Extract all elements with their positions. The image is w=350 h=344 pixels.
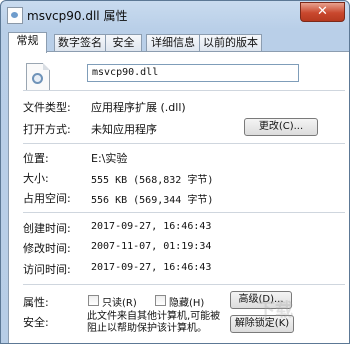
- properties-window: msvcp90.dll 属性 ✕ 常规 数字签名 安全 详细信息 以前的版本 m…: [0, 0, 350, 344]
- tab-previous-versions[interactable]: 以前的版本: [199, 34, 262, 51]
- separator: [23, 90, 345, 91]
- dll-file-icon: [7, 7, 23, 24]
- location-label: 位置:: [23, 152, 49, 165]
- separator: [23, 212, 345, 213]
- close-button[interactable]: ✕: [300, 2, 345, 22]
- size-on-disk-label: 占用空间:: [23, 192, 71, 205]
- file-type-value: 应用程序扩展 (.dll): [91, 101, 186, 114]
- size-value: 555 KB (568,832 字节): [91, 175, 214, 186]
- general-panel: msvcp90.dll 文件类型: 应用程序扩展 (.dll) 打开方式: 未知…: [8, 51, 349, 343]
- size-on-disk-value: 556 KB (569,344 字节): [91, 195, 214, 206]
- accessed-label: 访问时间:: [23, 263, 71, 276]
- tab-details[interactable]: 详细信息: [146, 34, 200, 51]
- modified-label: 修改时间:: [23, 242, 71, 255]
- size-label: 大小:: [23, 172, 49, 185]
- change-button[interactable]: 更改(C)...: [244, 118, 318, 136]
- security-label: 安全:: [23, 316, 49, 329]
- gear-icon: [32, 73, 43, 84]
- created-label: 创建时间:: [23, 222, 71, 235]
- separator: [23, 143, 345, 144]
- location-value: E:\实验: [91, 152, 128, 165]
- tab-security[interactable]: 安全: [105, 34, 142, 51]
- readonly-label[interactable]: 只读(R): [102, 294, 137, 309]
- title-bar[interactable]: msvcp90.dll 属性 ✕: [1, 1, 349, 29]
- modified-value: 2007-11-07, 01:19:34: [91, 241, 212, 252]
- tab-digital-signatures[interactable]: 数字签名: [54, 34, 106, 51]
- attributes-label: 属性:: [23, 296, 49, 309]
- hidden-label[interactable]: 隐藏(H): [169, 294, 204, 309]
- security-warning-text: 此文件来自其他计算机,可能被阻止以帮助保护该计算机。: [87, 311, 221, 334]
- readonly-checkbox[interactable]: [88, 295, 99, 306]
- hidden-checkbox[interactable]: [155, 295, 166, 306]
- unblock-button[interactable]: 解除锁定(K): [230, 315, 294, 333]
- file-type-icon: [26, 63, 50, 91]
- page-fold-icon: [43, 63, 50, 70]
- file-type-label: 文件类型:: [23, 101, 71, 114]
- advanced-button[interactable]: 高级(D)...: [230, 291, 292, 309]
- tab-general[interactable]: 常规: [8, 32, 47, 53]
- opens-with-label: 打开方式:: [23, 123, 71, 136]
- opens-with-value: 未知应用程序: [91, 123, 157, 136]
- file-name-input[interactable]: msvcp90.dll: [87, 64, 299, 82]
- created-value: 2017-09-27, 16:46:43: [91, 221, 212, 232]
- window-title: msvcp90.dll 属性: [27, 9, 128, 23]
- accessed-value: 2017-09-27, 16:46:43: [91, 262, 212, 273]
- separator: [23, 284, 345, 285]
